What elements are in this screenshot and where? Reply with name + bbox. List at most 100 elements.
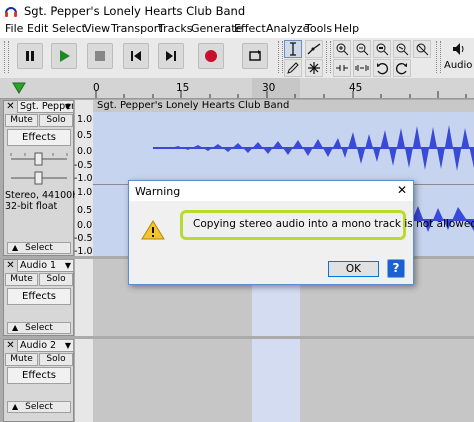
loop-button[interactable] xyxy=(242,43,268,69)
track-name: Audio 1 xyxy=(20,260,57,271)
help-button[interactable]: ? xyxy=(387,259,405,278)
select-label: Select xyxy=(25,402,53,412)
clip-title: Sgt. Pepper's Lonely Hearts Club Band xyxy=(97,100,290,111)
zoom-out-button[interactable] xyxy=(353,40,371,58)
skip-to-end-button[interactable] xyxy=(158,43,184,69)
fit-project-icon xyxy=(396,43,409,56)
menu-tools[interactable]: Tools xyxy=(305,22,332,35)
menu-transport[interactable]: Transport xyxy=(111,22,163,35)
zoom-toggle-icon xyxy=(416,43,429,56)
effects-button[interactable]: Effects xyxy=(7,367,71,384)
effects-button[interactable]: Effects xyxy=(7,288,71,305)
menu-help[interactable]: Help xyxy=(334,22,359,35)
menu-bar: File Edit Select View Transport Tracks G… xyxy=(0,22,474,38)
close-track-icon[interactable]: ✕ xyxy=(5,260,16,271)
envelope-tool-button[interactable] xyxy=(305,40,323,58)
collapse-arrow-icon: ▲ xyxy=(12,243,19,252)
draw-tool-button[interactable] xyxy=(284,59,302,77)
zoom-in-button[interactable] xyxy=(333,40,351,58)
scale-label: 0.5 xyxy=(77,205,93,216)
pencil-icon xyxy=(287,62,299,74)
dropdown-arrow-icon: ▼ xyxy=(64,261,71,270)
record-icon xyxy=(205,50,217,62)
trim-audio-button[interactable] xyxy=(333,59,351,77)
close-track-icon[interactable]: ✕ xyxy=(5,101,16,112)
window-title: Sgt. Pepper's Lonely Hearts Club Band xyxy=(24,4,246,18)
record-button[interactable] xyxy=(198,43,224,69)
select-label: Select xyxy=(25,323,53,333)
scale-label: -1.0 xyxy=(74,246,93,257)
scale-label: 1.0 xyxy=(77,114,93,125)
fit-selection-button[interactable] xyxy=(373,40,391,58)
audio-setup-label: Audio S xyxy=(444,60,474,71)
amplitude-scale[interactable] xyxy=(75,259,93,336)
select-track-button[interactable]: ▲ Select xyxy=(7,401,71,413)
menu-select[interactable]: Select xyxy=(52,22,86,35)
pause-icon xyxy=(26,51,34,61)
menu-tracks[interactable]: Tracks xyxy=(158,22,193,35)
solo-button[interactable]: Solo xyxy=(39,353,73,366)
mute-button[interactable]: Mute xyxy=(5,273,38,286)
track-name-menu[interactable]: Sgt. Pepper's ▼ xyxy=(17,100,74,113)
toolbar-grip-4[interactable] xyxy=(436,41,441,73)
menu-edit[interactable]: Edit xyxy=(27,22,48,35)
track-name-menu[interactable]: Audio 2 ▼ xyxy=(17,339,74,352)
skip-to-start-button[interactable] xyxy=(123,43,149,69)
redo-button[interactable] xyxy=(393,59,411,77)
audio-setup-button[interactable]: Audio S xyxy=(442,40,474,76)
menu-view[interactable]: View xyxy=(84,22,110,35)
mute-button[interactable]: Mute xyxy=(5,114,38,127)
menu-analyze[interactable]: Analyze xyxy=(266,22,309,35)
toolbar-grip-2[interactable] xyxy=(278,41,283,73)
dropdown-arrow-icon: ▼ xyxy=(64,102,71,111)
warning-icon xyxy=(141,220,165,240)
select-track-button[interactable]: ▲ Select xyxy=(7,242,71,254)
zoom-toggle-button[interactable] xyxy=(413,40,431,58)
audacity-logo-icon xyxy=(5,7,17,17)
solo-button[interactable]: Solo xyxy=(39,114,73,127)
toolbar-grip[interactable] xyxy=(4,41,9,73)
scale-label: -0.5 xyxy=(74,160,93,171)
collapse-arrow-icon: ▲ xyxy=(12,323,19,332)
dialog-title-bar[interactable]: Warning ✕ xyxy=(129,181,413,201)
multi-tool-button[interactable] xyxy=(305,59,323,77)
skip-start-icon xyxy=(131,51,141,61)
effects-button[interactable]: Effects xyxy=(7,129,71,146)
amplitude-scale[interactable] xyxy=(75,339,93,422)
scale-label: 0.5 xyxy=(77,130,93,141)
close-track-icon[interactable]: ✕ xyxy=(5,340,16,351)
silence-audio-button[interactable] xyxy=(353,59,371,77)
play-icon xyxy=(60,50,70,62)
pan-slider[interactable] xyxy=(7,168,71,188)
fit-selection-icon xyxy=(376,43,389,56)
skip-end-icon xyxy=(166,51,176,61)
scale-label: -0.5 xyxy=(74,233,93,244)
fit-project-button[interactable] xyxy=(393,40,411,58)
selection-tool-button[interactable] xyxy=(284,40,302,58)
speaker-icon xyxy=(453,43,464,55)
dialog-close-icon[interactable]: ✕ xyxy=(397,183,407,197)
track-bit-depth-info: 32-bit float xyxy=(5,201,58,212)
mute-button[interactable]: Mute xyxy=(5,353,38,366)
asterisk-icon xyxy=(308,62,320,74)
solo-button[interactable]: Solo xyxy=(39,273,73,286)
menu-effect[interactable]: Effect xyxy=(234,22,266,35)
play-button[interactable] xyxy=(51,43,77,69)
zoom-in-icon xyxy=(336,43,349,56)
trim-icon xyxy=(336,65,348,71)
menu-file[interactable]: File xyxy=(5,22,23,35)
scale-label: -1.0 xyxy=(74,173,93,184)
track-name-menu[interactable]: Audio 1 ▼ xyxy=(17,259,74,272)
gain-slider[interactable] xyxy=(7,149,71,169)
pause-button[interactable] xyxy=(17,43,43,69)
dialog-message: Copying stereo audio into a mono track i… xyxy=(193,218,474,230)
toolbar-grip-3[interactable] xyxy=(326,41,331,73)
select-track-button[interactable]: ▲ Select xyxy=(7,322,71,334)
undo-button[interactable] xyxy=(373,59,391,77)
stop-button[interactable] xyxy=(87,43,113,69)
scale-label: 0.0 xyxy=(77,146,93,157)
ok-button[interactable]: OK xyxy=(328,261,379,277)
scale-label: 0.0 xyxy=(77,220,93,231)
loop-icon xyxy=(249,50,261,61)
time-selection[interactable] xyxy=(252,339,300,422)
